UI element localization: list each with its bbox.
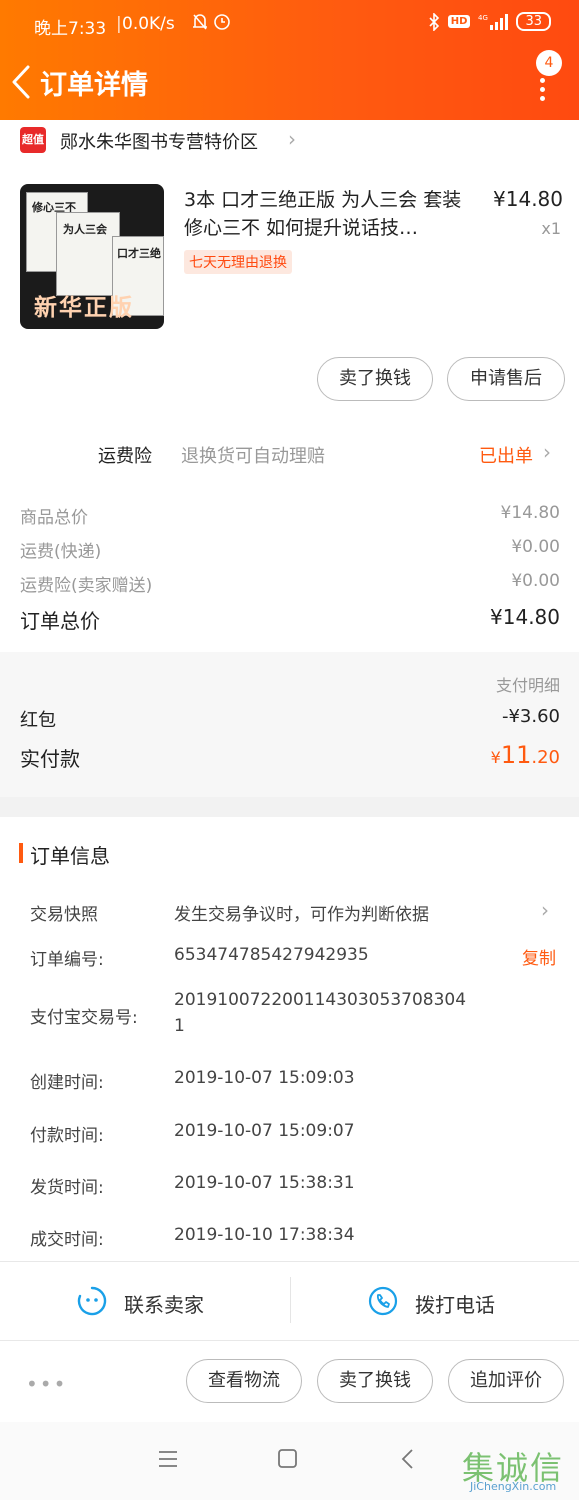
chevron-right-icon[interactable]: › (541, 898, 549, 922)
completed-time-value: 2019-10-10 17:38:34 (174, 1225, 355, 1245)
bluetooth-icon (429, 12, 439, 31)
add-review-button[interactable]: 追加评价 (448, 1359, 564, 1403)
amount-paid-value: ¥11.20 (490, 741, 560, 769)
shipping-insurance-status[interactable]: 已出单 (479, 442, 533, 468)
alipay-no-label: 支付宝交易号: (30, 1008, 138, 1028)
created-time-value: 2019-10-07 15:09:03 (174, 1068, 355, 1088)
chat-face-icon (77, 1286, 107, 1316)
product-image-banner: 新华正版 (34, 295, 134, 321)
status-time: 晚上7:33 (34, 19, 107, 39)
hongbao-value: -¥3.60 (501, 706, 560, 727)
watermark-logo: 集诚信 JiChengXin.com (462, 1443, 572, 1493)
shipping-fee-label: 运费(快递) (20, 542, 102, 562)
return-policy-badge: 七天无理由退换 (184, 250, 292, 274)
alipay-no-value-cont: 1 (174, 1016, 185, 1036)
back-nav-icon[interactable] (400, 1448, 416, 1470)
shop-name-link[interactable]: 郧水朱华图书专营特价区 (60, 128, 258, 154)
shipped-time-label: 发货时间: (30, 1178, 104, 1198)
phone-icon (368, 1286, 398, 1316)
created-time-label: 创建时间: (30, 1073, 104, 1093)
contact-seller-button[interactable]: 联系卖家 (0, 1262, 290, 1340)
insurance-fee-label: 运费险(卖家赠送) (20, 576, 153, 596)
insurance-fee-value: ¥0.00 (511, 571, 560, 591)
home-icon[interactable] (277, 1448, 299, 1470)
product-image[interactable]: 修心三不 为人三会 口才三绝 新华正版 (20, 184, 164, 329)
shipping-fee-value: ¥0.00 (511, 537, 560, 557)
order-number-label: 订单编号: (30, 950, 104, 970)
app-header: 晚上7:33 | 0.0K/s HD 4G 33 订单详情 4 (0, 0, 579, 120)
copy-order-number-button[interactable]: 复制 (522, 944, 556, 969)
notification-badge: 4 (536, 50, 562, 76)
more-menu-button[interactable]: 4 (528, 50, 562, 101)
completed-time-label: 成交时间: (30, 1230, 104, 1250)
shipping-insurance-desc: 退换货可自动理赔 (181, 446, 325, 467)
subtotal-label: 商品总价 (20, 508, 88, 528)
hd-badge: HD (447, 15, 471, 28)
order-info-title: 订单信息 (30, 844, 110, 868)
menu-icon[interactable] (157, 1450, 179, 1468)
order-number-value: 653474785427942935 (174, 945, 369, 965)
battery-indicator: 33 (516, 12, 551, 31)
subtotal-value: ¥14.80 (500, 503, 560, 523)
signal-icon: 4G (478, 13, 509, 30)
order-total-value: ¥14.80 (490, 605, 560, 629)
shipping-insurance-label: 运费险 (98, 446, 152, 467)
contact-seller-label: 联系卖家 (124, 1293, 204, 1317)
order-total-label: 订单总价 (20, 609, 100, 633)
status-notification-icons (190, 12, 230, 37)
after-sale-button[interactable]: 申请售后 (447, 357, 565, 401)
payment-detail-link[interactable]: 支付明细 (496, 672, 560, 696)
more-actions-button[interactable]: ••• (26, 1372, 67, 1396)
payment-time-label: 付款时间: (30, 1126, 104, 1146)
sell-for-cash-button[interactable]: 卖了换钱 (317, 357, 433, 401)
snapshot-value[interactable]: 发生交易争议时，可作为判断依据 (174, 900, 429, 925)
chevron-right-icon[interactable]: › (288, 127, 296, 151)
book-cover: 为人三会 (56, 212, 120, 296)
amount-paid-label: 实付款 (20, 747, 80, 771)
watermark-url: JiChengXin.com (470, 1480, 557, 1493)
section-accent-bar (19, 843, 23, 863)
alipay-no-value: 201910072200114303053708304 (174, 990, 467, 1010)
product-price: ¥14.80 (493, 187, 563, 211)
page-title: 订单详情 (40, 70, 148, 101)
status-separator: | (116, 14, 122, 34)
svg-text:4G: 4G (478, 14, 488, 22)
call-phone-button[interactable]: 拨打电话 (291, 1262, 579, 1340)
section-divider (0, 797, 579, 817)
back-button[interactable] (8, 62, 38, 102)
divider (0, 1340, 579, 1341)
payment-time-value: 2019-10-07 15:09:07 (174, 1121, 355, 1141)
product-title[interactable]: 3本 口才三绝正版 为人三会 套装修心三不 如何提升说话技… (184, 186, 474, 242)
chevron-right-icon[interactable]: › (543, 440, 551, 464)
shipped-time-value: 2019-10-07 15:38:31 (174, 1173, 355, 1193)
mute-alarm-icon (193, 14, 230, 30)
sell-for-cash-button[interactable]: 卖了换钱 (317, 1359, 433, 1403)
call-phone-label: 拨打电话 (415, 1293, 495, 1317)
shop-logo: 超值 (20, 127, 46, 153)
hongbao-label: 红包 (20, 710, 56, 731)
payment-section (0, 652, 579, 797)
status-network-speed: 0.0K/s (122, 14, 175, 34)
chevron-left-icon (12, 65, 30, 99)
view-logistics-button[interactable]: 查看物流 (186, 1359, 302, 1403)
product-quantity: x1 (541, 219, 561, 238)
more-vertical-icon (540, 78, 545, 105)
snapshot-label[interactable]: 交易快照 (30, 900, 98, 925)
status-system-icons: HD 4G 33 (428, 12, 551, 31)
